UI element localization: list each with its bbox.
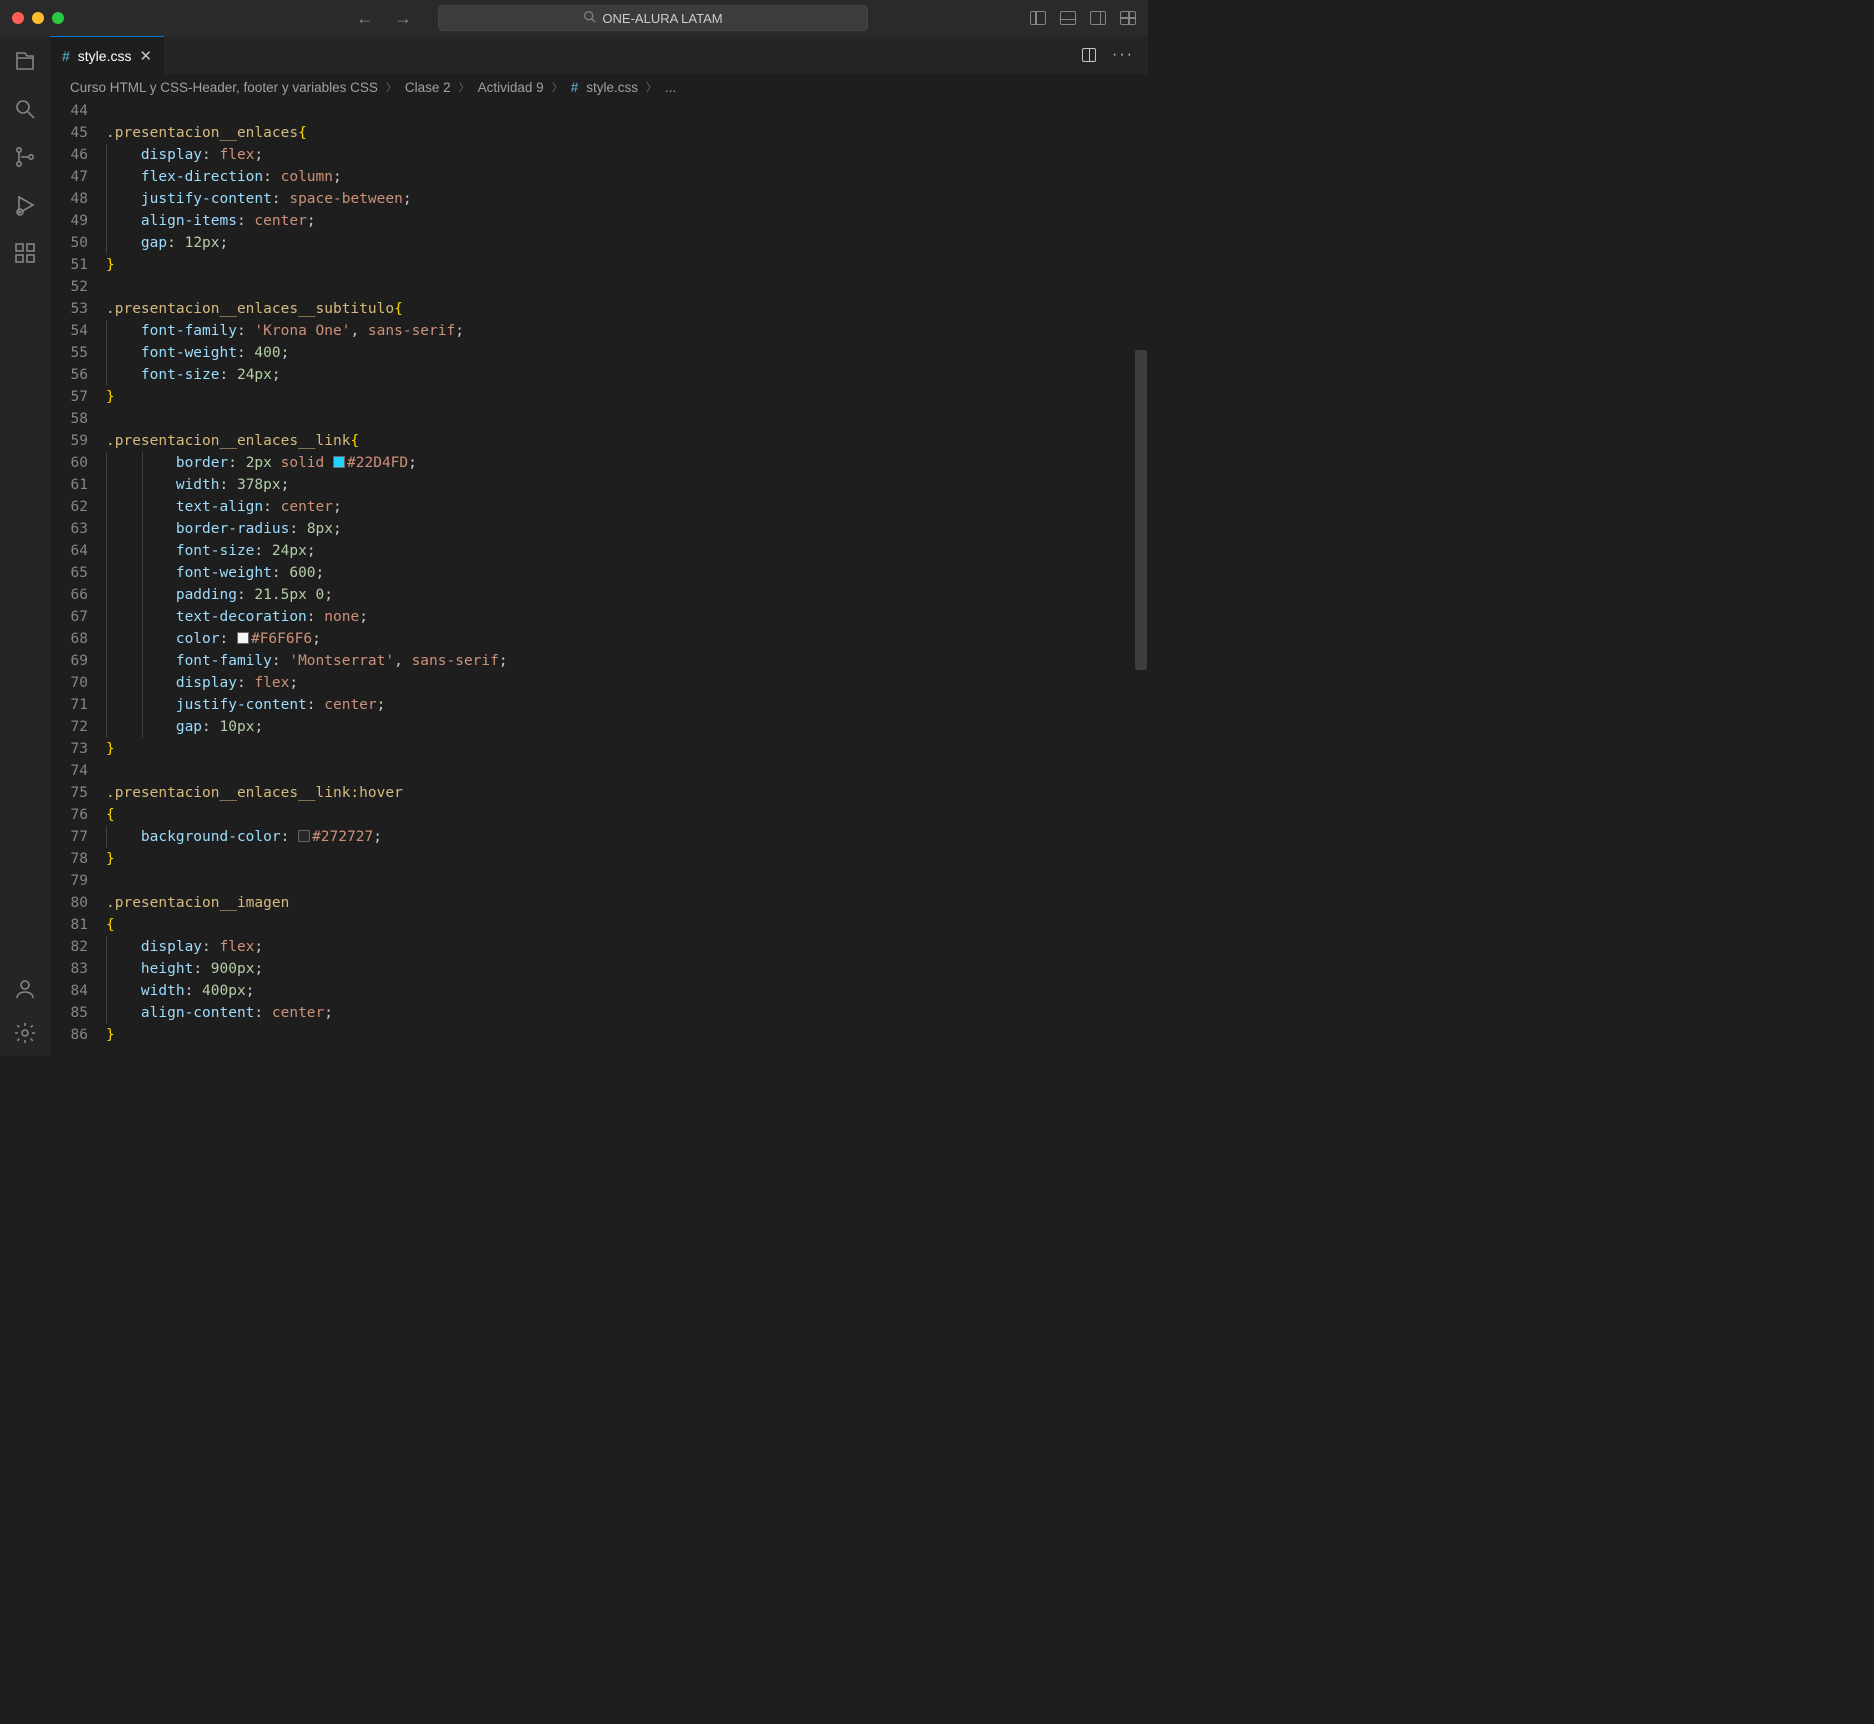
- code-line[interactable]: width: 378px;: [106, 474, 1148, 496]
- code-line[interactable]: .presentacion__enlaces__subtitulo{: [106, 298, 1148, 320]
- code-line[interactable]: display: flex;: [106, 936, 1148, 958]
- code-content[interactable]: .presentacion__enlaces{ display: flex; f…: [106, 100, 1148, 1056]
- maximize-window-button[interactable]: [52, 12, 64, 24]
- code-line[interactable]: }: [106, 254, 1148, 276]
- split-editor-icon[interactable]: [1082, 48, 1096, 62]
- code-line[interactable]: }: [106, 386, 1148, 408]
- tab-style-css[interactable]: # style.css ✕: [50, 36, 164, 74]
- breadcrumb-segment[interactable]: Clase 2: [405, 80, 451, 95]
- code-line[interactable]: .presentacion__enlaces__link{: [106, 430, 1148, 452]
- breadcrumb-segment[interactable]: ...: [665, 80, 676, 95]
- code-line[interactable]: font-size: 24px;: [106, 364, 1148, 386]
- minimap-thumb[interactable]: [1135, 350, 1147, 670]
- close-tab-icon[interactable]: ✕: [139, 47, 152, 65]
- editor-area: # style.css ✕ ··· Curso HTML y CSS-Heade…: [50, 36, 1148, 1056]
- css-file-icon: #: [62, 48, 70, 64]
- minimap[interactable]: [1134, 100, 1148, 1056]
- code-line[interactable]: flex-direction: column;: [106, 166, 1148, 188]
- nav-back-button[interactable]: ←: [356, 8, 374, 29]
- code-line[interactable]: align-items: center;: [106, 210, 1148, 232]
- code-line[interactable]: .presentacion__enlaces__link:hover: [106, 782, 1148, 804]
- code-line[interactable]: font-weight: 400;: [106, 342, 1148, 364]
- window-controls: [12, 12, 64, 24]
- color-swatch-icon[interactable]: [298, 830, 310, 842]
- code-line[interactable]: [106, 408, 1148, 430]
- color-swatch-icon[interactable]: [237, 632, 249, 644]
- code-line[interactable]: [106, 100, 1148, 122]
- customize-layout-icon[interactable]: [1120, 11, 1136, 25]
- command-center-search[interactable]: ONE-ALURA LATAM: [438, 5, 868, 31]
- toggle-secondary-sidebar-icon[interactable]: [1090, 11, 1106, 25]
- code-line[interactable]: }: [106, 848, 1148, 870]
- code-line[interactable]: height: 900px;: [106, 958, 1148, 980]
- code-line[interactable]: border-radius: 8px;: [106, 518, 1148, 540]
- code-line[interactable]: {: [106, 914, 1148, 936]
- line-number-gutter: 4445464748495051525354555657585960616263…: [50, 100, 106, 1056]
- css-file-icon: #: [571, 80, 579, 95]
- code-line[interactable]: display: flex;: [106, 144, 1148, 166]
- search-icon: [583, 10, 596, 26]
- toggle-primary-sidebar-icon[interactable]: [1030, 11, 1046, 25]
- toggle-panel-icon[interactable]: [1060, 11, 1076, 25]
- code-line[interactable]: color: #F6F6F6;: [106, 628, 1148, 650]
- code-line[interactable]: gap: 10px;: [106, 716, 1148, 738]
- main-area: # style.css ✕ ··· Curso HTML y CSS-Heade…: [0, 36, 1148, 1056]
- activity-bar: [0, 36, 50, 1056]
- color-swatch-icon[interactable]: [333, 456, 345, 468]
- code-editor[interactable]: 4445464748495051525354555657585960616263…: [50, 100, 1148, 1056]
- editor-actions: ···: [1082, 36, 1148, 74]
- code-line[interactable]: .presentacion__imagen: [106, 892, 1148, 914]
- breadcrumb-segment[interactable]: Actividad 9: [478, 80, 544, 95]
- code-line[interactable]: [106, 870, 1148, 892]
- code-line[interactable]: font-family: 'Krona One', sans-serif;: [106, 320, 1148, 342]
- breadcrumb[interactable]: Curso HTML y CSS-Header, footer y variab…: [50, 74, 1148, 100]
- code-line[interactable]: font-family: 'Montserrat', sans-serif;: [106, 650, 1148, 672]
- code-line[interactable]: border: 2px solid #22D4FD;: [106, 452, 1148, 474]
- tab-bar: # style.css ✕ ···: [50, 36, 1148, 74]
- code-line[interactable]: background-color: #272727;: [106, 826, 1148, 848]
- extensions-icon[interactable]: [12, 240, 38, 266]
- code-line[interactable]: width: 400px;: [106, 980, 1148, 1002]
- code-line[interactable]: }: [106, 738, 1148, 760]
- code-line[interactable]: }: [106, 1024, 1148, 1046]
- settings-gear-icon[interactable]: [12, 1020, 38, 1046]
- nav-arrows: ← →: [356, 8, 412, 29]
- close-window-button[interactable]: [12, 12, 24, 24]
- code-line[interactable]: font-weight: 600;: [106, 562, 1148, 584]
- explorer-icon[interactable]: [12, 48, 38, 74]
- code-line[interactable]: display: flex;: [106, 672, 1148, 694]
- tab-filename: style.css: [78, 48, 132, 64]
- code-line[interactable]: padding: 21.5px 0;: [106, 584, 1148, 606]
- accounts-icon[interactable]: [12, 976, 38, 1002]
- more-actions-icon[interactable]: ···: [1112, 46, 1134, 64]
- code-line[interactable]: .presentacion__enlaces{: [106, 122, 1148, 144]
- breadcrumb-segment[interactable]: Curso HTML y CSS-Header, footer y variab…: [70, 80, 378, 95]
- code-line[interactable]: text-align: center;: [106, 496, 1148, 518]
- search-icon[interactable]: [12, 96, 38, 122]
- code-line[interactable]: [106, 760, 1148, 782]
- nav-forward-button[interactable]: →: [394, 8, 412, 29]
- code-line[interactable]: text-decoration: none;: [106, 606, 1148, 628]
- code-line[interactable]: [106, 276, 1148, 298]
- code-line[interactable]: justify-content: space-between;: [106, 188, 1148, 210]
- code-line[interactable]: justify-content: center;: [106, 694, 1148, 716]
- titlebar: ← → ONE-ALURA LATAM: [0, 0, 1148, 36]
- search-text: ONE-ALURA LATAM: [602, 11, 722, 26]
- run-debug-icon[interactable]: [12, 192, 38, 218]
- titlebar-layout-controls: [1030, 11, 1136, 25]
- minimize-window-button[interactable]: [32, 12, 44, 24]
- code-line[interactable]: {: [106, 804, 1148, 826]
- code-line[interactable]: align-content: center;: [106, 1002, 1148, 1024]
- code-line[interactable]: gap: 12px;: [106, 232, 1148, 254]
- breadcrumb-segment[interactable]: style.css: [586, 80, 638, 95]
- source-control-icon[interactable]: [12, 144, 38, 170]
- code-line[interactable]: font-size: 24px;: [106, 540, 1148, 562]
